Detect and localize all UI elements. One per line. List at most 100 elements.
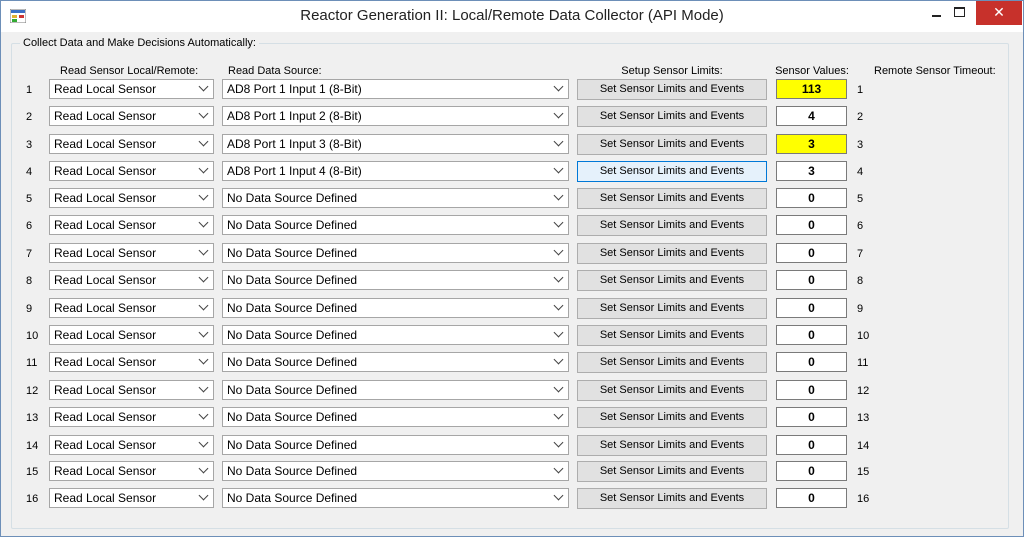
chevron-down-icon[interactable] — [198, 163, 209, 174]
set-sensor-limits-button[interactable]: Set Sensor Limits and Events — [577, 298, 767, 319]
data-source-select[interactable]: No Data Source Defined — [222, 188, 569, 208]
chevron-down-icon[interactable] — [553, 463, 564, 474]
set-sensor-limits-button[interactable]: Set Sensor Limits and Events — [577, 352, 767, 373]
local-remote-select[interactable]: Read Local Sensor — [49, 435, 214, 455]
data-source-select[interactable]: No Data Source Defined — [222, 407, 569, 427]
close-button[interactable]: ✕ — [976, 1, 1022, 25]
data-source-select[interactable]: No Data Source Defined — [222, 380, 569, 400]
local-remote-select[interactable]: Read Local Sensor — [49, 243, 214, 263]
set-sensor-limits-button[interactable]: Set Sensor Limits and Events — [577, 243, 767, 264]
data-source-select[interactable]: No Data Source Defined — [222, 435, 569, 455]
chevron-down-icon[interactable] — [198, 300, 209, 311]
data-source-select[interactable]: AD8 Port 1 Input 3 (8-Bit) — [222, 134, 569, 154]
chevron-down-icon[interactable] — [198, 81, 209, 92]
set-sensor-limits-button[interactable]: Set Sensor Limits and Events — [577, 435, 767, 456]
local-remote-select[interactable]: Read Local Sensor — [49, 298, 214, 318]
chevron-down-icon[interactable] — [553, 272, 564, 283]
remote-timeout-number: 16 — [857, 493, 870, 505]
set-sensor-limits-button[interactable]: Set Sensor Limits and Events — [577, 380, 767, 401]
data-source-select[interactable]: No Data Source Defined — [222, 298, 569, 318]
remote-timeout-number: 5 — [857, 193, 864, 205]
local-remote-select[interactable]: Read Local Sensor — [49, 380, 214, 400]
set-sensor-limits-button[interactable]: Set Sensor Limits and Events — [577, 461, 767, 482]
chevron-down-icon[interactable] — [553, 437, 564, 448]
local-remote-select[interactable]: Read Local Sensor — [49, 461, 214, 481]
chevron-down-icon[interactable] — [198, 327, 209, 338]
set-sensor-limits-button[interactable]: Set Sensor Limits and Events — [577, 270, 767, 291]
sensor-row: 12 Read Local Sensor No Data Source Define… — [1, 380, 1023, 404]
data-source-select[interactable]: No Data Source Defined — [222, 270, 569, 290]
sensor-row: 10 Read Local Sensor No Data Source Define… — [1, 325, 1023, 349]
chevron-down-icon[interactable] — [198, 490, 209, 501]
chevron-down-icon[interactable] — [198, 190, 209, 201]
chevron-down-icon[interactable] — [553, 217, 564, 228]
chevron-down-icon[interactable] — [553, 163, 564, 174]
row-number: 12 — [26, 385, 39, 397]
sensor-row: 7 Read Local Sensor No Data Source Defined… — [1, 243, 1023, 267]
chevron-down-icon[interactable] — [553, 81, 564, 92]
set-sensor-limits-button[interactable]: Set Sensor Limits and Events — [577, 407, 767, 428]
data-source-select[interactable]: No Data Source Defined — [222, 352, 569, 372]
chevron-down-icon[interactable] — [198, 409, 209, 420]
sensor-row: 4 Read Local Sensor AD8 Port 1 Input 4 (8-… — [1, 161, 1023, 185]
local-remote-select[interactable]: Read Local Sensor — [49, 188, 214, 208]
set-sensor-limits-button[interactable]: Set Sensor Limits and Events — [577, 134, 767, 155]
chevron-down-icon[interactable] — [198, 217, 209, 228]
data-source-select[interactable]: No Data Source Defined — [222, 325, 569, 345]
chevron-down-icon[interactable] — [553, 108, 564, 119]
chevron-down-icon[interactable] — [198, 272, 209, 283]
set-sensor-limits-button[interactable]: Set Sensor Limits and Events — [577, 79, 767, 100]
local-remote-select[interactable]: Read Local Sensor — [49, 407, 214, 427]
chevron-down-icon[interactable] — [198, 437, 209, 448]
remote-timeout-number: 8 — [857, 275, 864, 287]
chevron-down-icon[interactable] — [198, 108, 209, 119]
sensor-value: 113 — [776, 79, 847, 99]
local-remote-select[interactable]: Read Local Sensor — [49, 325, 214, 345]
chevron-down-icon[interactable] — [198, 463, 209, 474]
remote-timeout-number: 9 — [857, 303, 864, 315]
data-source-select[interactable]: No Data Source Defined — [222, 243, 569, 263]
data-source-select[interactable]: AD8 Port 1 Input 4 (8-Bit) — [222, 161, 569, 181]
sensor-value: 0 — [776, 188, 847, 208]
local-remote-select[interactable]: Read Local Sensor — [49, 488, 214, 508]
header-remote-timeout: Remote Sensor Timeout: — [874, 65, 996, 77]
set-sensor-limits-button[interactable]: Set Sensor Limits and Events — [577, 188, 767, 209]
set-sensor-limits-button[interactable]: Set Sensor Limits and Events — [577, 488, 767, 509]
chevron-down-icon[interactable] — [553, 327, 564, 338]
local-remote-select[interactable]: Read Local Sensor — [49, 79, 214, 99]
set-sensor-limits-button[interactable]: Set Sensor Limits and Events — [577, 325, 767, 346]
local-remote-select[interactable]: Read Local Sensor — [49, 106, 214, 126]
set-sensor-limits-button[interactable]: Set Sensor Limits and Events — [577, 215, 767, 236]
chevron-down-icon[interactable] — [553, 245, 564, 256]
chevron-down-icon[interactable] — [198, 136, 209, 147]
local-remote-select[interactable]: Read Local Sensor — [49, 352, 214, 372]
chevron-down-icon[interactable] — [553, 490, 564, 501]
set-sensor-limits-button[interactable]: Set Sensor Limits and Events — [577, 106, 767, 127]
chevron-down-icon[interactable] — [553, 382, 564, 393]
chevron-down-icon[interactable] — [553, 409, 564, 420]
data-source-select[interactable]: No Data Source Defined — [222, 488, 569, 508]
chevron-down-icon[interactable] — [198, 354, 209, 365]
data-source-select[interactable]: AD8 Port 1 Input 1 (8-Bit) — [222, 79, 569, 99]
local-remote-select[interactable]: Read Local Sensor — [49, 134, 214, 154]
data-source-value: No Data Source Defined — [227, 273, 358, 287]
data-source-select[interactable]: AD8 Port 1 Input 2 (8-Bit) — [222, 106, 569, 126]
local-remote-select[interactable]: Read Local Sensor — [49, 215, 214, 235]
chevron-down-icon[interactable] — [553, 300, 564, 311]
remote-timeout-number: 13 — [857, 412, 870, 424]
chevron-down-icon[interactable] — [553, 136, 564, 147]
data-source-select[interactable]: No Data Source Defined — [222, 215, 569, 235]
set-sensor-limits-button[interactable]: Set Sensor Limits and Events — [577, 161, 767, 182]
local-remote-value: Read Local Sensor — [54, 109, 157, 123]
chevron-down-icon[interactable] — [198, 245, 209, 256]
local-remote-select[interactable]: Read Local Sensor — [49, 270, 214, 290]
remote-timeout-number: 6 — [857, 220, 864, 232]
chevron-down-icon[interactable] — [198, 382, 209, 393]
title-bar[interactable]: Reactor Generation II: Local/Remote Data… — [1, 1, 1023, 32]
chevron-down-icon[interactable] — [553, 354, 564, 365]
close-icon: ✕ — [993, 4, 1005, 20]
data-source-value: No Data Source Defined — [227, 438, 358, 452]
chevron-down-icon[interactable] — [553, 190, 564, 201]
data-source-select[interactable]: No Data Source Defined — [222, 461, 569, 481]
local-remote-select[interactable]: Read Local Sensor — [49, 161, 214, 181]
